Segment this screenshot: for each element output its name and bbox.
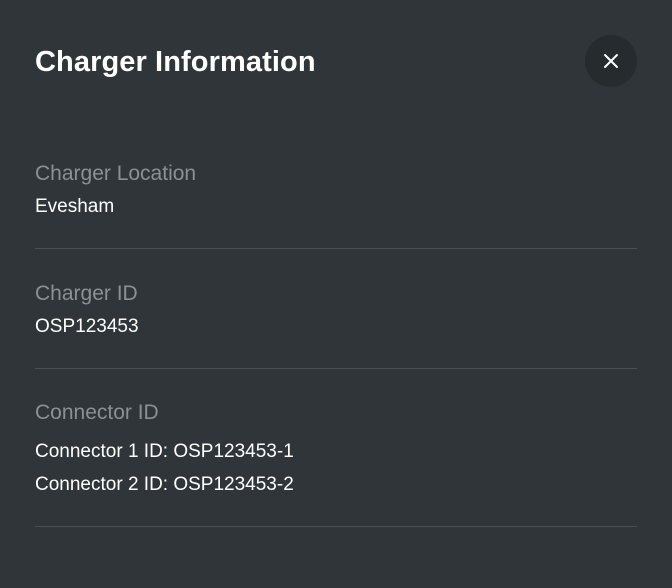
charger-information-dialog: Charger Information Charger Location Eve…	[0, 0, 672, 588]
charger-id-value: OSP123453	[35, 316, 139, 337]
connector-1-id-value: Connector 1 ID: OSP123453-1	[35, 441, 294, 462]
charger-location-section: Charger Location Evesham	[35, 158, 637, 249]
close-icon	[603, 53, 619, 69]
connector-id-label: Connector ID	[35, 401, 159, 424]
charger-location-value: Evesham	[35, 196, 115, 217]
charger-id-label: Charger ID	[35, 282, 138, 305]
charger-location-label: Charger Location	[35, 162, 197, 185]
connector-id-list: Connector 1 ID: OSP123453-1 Connector 2 …	[35, 435, 637, 501]
charger-id-section: Charger ID OSP123453	[35, 278, 637, 369]
connector-2-id-value: Connector 2 ID: OSP123453-2	[35, 474, 294, 495]
dialog-title: Charger Information	[35, 46, 316, 78]
close-button[interactable]	[585, 35, 637, 87]
connector-id-section: Connector ID Connector 1 ID: OSP123453-1…	[35, 397, 637, 527]
